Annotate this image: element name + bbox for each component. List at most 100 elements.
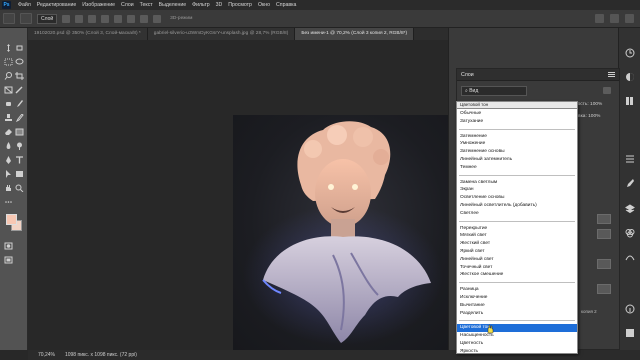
color-icon[interactable] (625, 328, 635, 338)
blend-mode-option[interactable]: Затемнение основы (457, 148, 577, 156)
menu-view[interactable]: Просмотр (225, 2, 255, 8)
workspace-icon[interactable] (610, 14, 619, 23)
layer-thumbnail[interactable] (597, 229, 611, 239)
artboard-icon[interactable] (15, 44, 24, 52)
move-tool-preset-icon[interactable] (20, 13, 32, 24)
blend-mode-option[interactable]: Цветовой тон (457, 324, 577, 333)
crop-icon[interactable] (15, 72, 24, 80)
blend-mode-option[interactable]: Экран (457, 186, 577, 194)
libraries-icon[interactable] (625, 96, 635, 106)
blend-mode-option[interactable]: Умножение (457, 140, 577, 148)
layers-icon[interactable] (625, 204, 635, 214)
blend-mode-option[interactable]: Мягкий свет (457, 232, 577, 240)
info-icon[interactable] (625, 304, 635, 314)
menu-select[interactable]: Выделение (156, 2, 190, 8)
adjustments-icon[interactable] (625, 72, 635, 82)
home-icon[interactable] (3, 13, 15, 24)
blend-mode-option[interactable]: Жесткое смешение (457, 271, 577, 279)
blend-mode-option[interactable]: Линейный затемнитель (457, 156, 577, 164)
menu-3d[interactable]: 3D (213, 2, 226, 8)
align-bottom-icon[interactable] (127, 14, 136, 23)
blend-mode-option[interactable]: Затухание (457, 118, 577, 126)
blend-mode-option[interactable]: Линейный свет (457, 256, 577, 264)
blend-mode-option[interactable]: Разделить (457, 310, 577, 318)
move-icon[interactable] (4, 44, 13, 52)
channels-icon[interactable] (625, 228, 635, 238)
history-icon[interactable] (625, 48, 635, 58)
history-brush-icon[interactable] (15, 114, 24, 122)
layer-filter-select[interactable]: ⌕ Вид (461, 86, 527, 96)
menu-filter[interactable]: Фильтр (189, 2, 212, 8)
blend-mode-option[interactable]: Светлее (457, 210, 577, 218)
share-icon[interactable] (625, 14, 634, 23)
align-right-icon[interactable] (88, 14, 97, 23)
filter-toggle-icon[interactable] (603, 87, 611, 94)
blend-mode-option[interactable]: Исключение (457, 294, 577, 302)
blend-mode-option[interactable]: Замена светлым (457, 179, 577, 187)
blend-mode-option[interactable]: Жесткий свет (457, 240, 577, 248)
gradient-icon[interactable] (15, 128, 24, 136)
hand-icon[interactable] (4, 184, 13, 192)
layers-panel-title[interactable]: Слои (461, 72, 474, 78)
path-select-icon[interactable] (4, 170, 13, 178)
opacity-field[interactable]: 100% (590, 102, 602, 107)
blend-mode-option[interactable]: Перекрытие (457, 225, 577, 233)
blend-mode-option[interactable]: Обычные (457, 110, 577, 118)
brush-icon[interactable] (15, 100, 24, 108)
blend-mode-option[interactable]: Темнее (457, 164, 577, 172)
tab-document-1[interactable]: 19102020.psd @ 350% (Слой 3, Слой-маска/… (28, 28, 148, 40)
screen-mode-icon[interactable] (4, 256, 13, 264)
tab-document-2[interactable]: gabriel-silverio-u3WmDyKGsrY-unsplash.jp… (147, 28, 296, 40)
blend-mode-option[interactable]: Вычитание (457, 302, 577, 310)
frame-icon[interactable] (4, 86, 13, 94)
fill-field[interactable]: 100% (588, 114, 600, 119)
lasso-icon[interactable] (15, 58, 24, 66)
blend-mode-option[interactable]: Насыщенность (457, 332, 577, 340)
blend-mode-option[interactable]: Затемнение (457, 133, 577, 141)
search-icon[interactable] (595, 14, 604, 23)
panel-menu-icon[interactable] (608, 72, 615, 77)
menu-help[interactable]: Справка (273, 2, 299, 8)
blend-mode-option[interactable]: Яркость (457, 348, 577, 356)
zoom-level[interactable]: 70,24% (38, 352, 55, 358)
paths-icon[interactable] (625, 252, 635, 262)
blend-mode-select[interactable]: Цветовой тон (456, 101, 578, 109)
layer-thumbnail[interactable] (597, 214, 611, 224)
more-options-icon[interactable] (153, 14, 162, 23)
menu-type[interactable]: Текст (137, 2, 156, 8)
align-left-icon[interactable] (62, 14, 71, 23)
layer-name[interactable]: копия 2 (581, 309, 597, 314)
marquee-icon[interactable] (4, 58, 13, 66)
quick-mask-icon[interactable] (4, 242, 13, 250)
align-center-icon[interactable] (75, 14, 84, 23)
blend-mode-option[interactable]: Точечный свет (457, 264, 577, 272)
menu-file[interactable]: Файл (15, 2, 34, 8)
menu-edit[interactable]: Редактирование (34, 2, 80, 8)
layer-thumbnail[interactable] (597, 259, 611, 269)
more-tools-icon[interactable] (4, 198, 13, 206)
blend-mode-option[interactable]: Яркий свет (457, 248, 577, 256)
quick-select-icon[interactable] (4, 72, 13, 80)
menu-layers[interactable]: Слои (118, 2, 137, 8)
rectangle-icon[interactable] (15, 170, 24, 178)
foreground-color-swatch[interactable] (6, 214, 17, 225)
eyedropper-icon[interactable] (15, 86, 24, 94)
auto-select-target[interactable]: Слой (37, 13, 58, 24)
align-top-icon[interactable] (101, 14, 110, 23)
blend-mode-option[interactable]: Линейный осветлитель (добавить) (457, 202, 577, 210)
zoom-icon[interactable] (15, 184, 24, 192)
stamp-icon[interactable] (4, 114, 13, 122)
type-icon[interactable] (15, 156, 24, 164)
align-middle-icon[interactable] (114, 14, 123, 23)
properties-icon[interactable] (625, 154, 635, 164)
healing-icon[interactable] (4, 100, 13, 108)
menu-window[interactable]: Окно (255, 2, 273, 8)
layer-thumbnail[interactable] (597, 284, 611, 294)
dodge-icon[interactable] (15, 142, 24, 150)
tab-document-3[interactable]: Без имени-1 @ 70,2% (Слой 3 копия 2, RGB… (295, 28, 415, 40)
menu-image[interactable]: Изображение (79, 2, 118, 8)
blend-mode-dropdown[interactable]: Обычные Затухание Затемнение Умножение Затем… (456, 102, 578, 354)
blend-mode-option[interactable]: Цветность (457, 340, 577, 348)
distribute-icon[interactable] (140, 14, 149, 23)
document-canvas[interactable] (28, 40, 448, 350)
